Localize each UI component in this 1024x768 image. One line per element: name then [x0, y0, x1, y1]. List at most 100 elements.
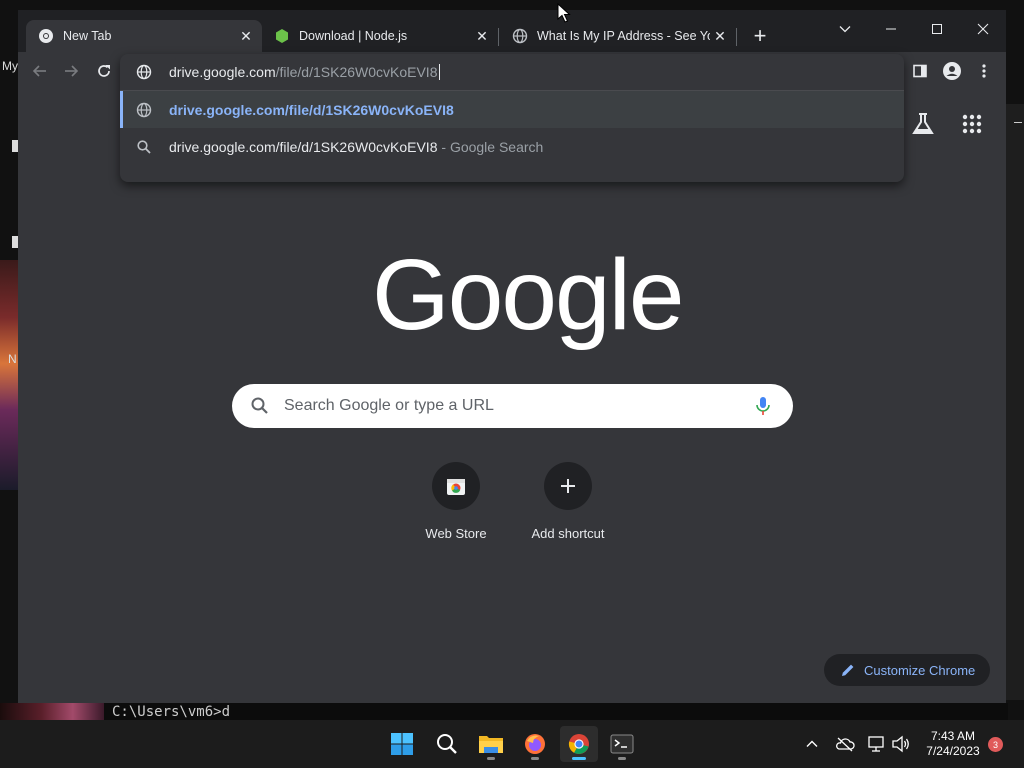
profile-icon: [943, 62, 961, 80]
clock[interactable]: 7:43 AM 7/24/2023: [918, 729, 988, 759]
microphone-icon[interactable]: [751, 394, 775, 418]
tray-volume[interactable]: [889, 732, 913, 756]
side-panel-icon: [913, 64, 927, 78]
reload-button[interactable]: [89, 56, 119, 86]
close-window-button[interactable]: [960, 14, 1006, 44]
pencil-icon: [842, 664, 854, 676]
tray-onedrive[interactable]: [833, 732, 857, 756]
google-logo: Google: [372, 239, 684, 351]
start-button[interactable]: [384, 726, 420, 762]
notification-badge[interactable]: 3: [988, 737, 1003, 752]
globe-icon: [512, 28, 528, 44]
firefox-icon: [525, 734, 545, 754]
close-tab-icon[interactable]: ✕: [710, 26, 730, 46]
chevron-down-icon: [839, 26, 851, 33]
taskbar-terminal[interactable]: [604, 726, 640, 762]
chevron-up-icon: [806, 740, 818, 747]
chrome-icon: [568, 734, 589, 754]
taskbar-search-button[interactable]: [429, 726, 465, 762]
tab-separator: [498, 28, 499, 46]
tab-download-nodejs[interactable]: Download | Node.js ✕: [262, 20, 498, 52]
url-path: /file/d/1SK26W0cvKoEVI8: [275, 64, 438, 80]
tab-what-is-my-ip[interactable]: What Is My IP Address - See You ✕: [500, 20, 736, 52]
arrow-right-icon: [65, 65, 79, 77]
desktop-label-my[interactable]: My: [2, 59, 18, 73]
speaker-icon: [892, 735, 909, 753]
wallpaper-bottom-strip: [0, 703, 104, 720]
back-button[interactable]: [25, 56, 55, 86]
terminal-window[interactable]: C:\Users\vm6>d: [104, 703, 1008, 720]
customize-label: Customize Chrome: [864, 662, 976, 678]
omnibox-dropdown: drive.google.com/file/d/1SK26W0cvKoEVI8 …: [120, 54, 904, 182]
chrome-labs-icon[interactable]: [909, 110, 937, 138]
plus-icon: [561, 479, 575, 493]
menu-button[interactable]: [970, 57, 998, 85]
shortcut-add[interactable]: Add shortcut: [512, 462, 624, 552]
windows-icon: [391, 733, 413, 755]
tab-new-tab[interactable]: New Tab ✕: [26, 20, 262, 52]
tab-separator: [736, 28, 737, 46]
taskbar-firefox[interactable]: [517, 726, 553, 762]
nodejs-icon: [276, 29, 288, 43]
shortcut-label: Add shortcut: [531, 526, 605, 541]
shortcut-tile: [432, 462, 480, 510]
close-icon: [977, 23, 989, 35]
terminal-icon: [610, 734, 634, 754]
tab-search-button[interactable]: [822, 14, 868, 44]
minimize-icon[interactable]: [1014, 122, 1022, 123]
running-indicator: [572, 757, 586, 760]
side-panel-button[interactable]: [906, 57, 934, 85]
shortcut-web-store[interactable]: Web Store: [400, 462, 512, 552]
globe-icon: [136, 64, 152, 80]
running-indicator: [531, 757, 539, 760]
maximize-button[interactable]: [914, 14, 960, 44]
close-tab-icon[interactable]: ✕: [472, 26, 492, 46]
search-icon: [437, 734, 457, 754]
suggestion-text: drive.google.com/file/d/1SK26W0cvKoEVI8: [169, 101, 454, 118]
shortcut-label: Web Store: [425, 526, 487, 541]
forward-button[interactable]: [56, 56, 86, 86]
address-bar[interactable]: drive.google.com/file/d/1SK26W0cvKoEVI8: [120, 54, 904, 90]
suggestion-url[interactable]: drive.google.com/file/d/1SK26W0cvKoEVI8: [120, 91, 904, 128]
suggestion-search[interactable]: drive.google.com/file/d/1SK26W0cvKoEVI8 …: [120, 128, 904, 165]
text-caret: [438, 64, 440, 80]
tray-overflow-button[interactable]: [800, 732, 824, 756]
webstore-icon: [447, 479, 465, 495]
shortcut-tile: [544, 462, 592, 510]
arrow-left-icon: [32, 65, 46, 77]
address-bar-text[interactable]: drive.google.com/file/d/1SK26W0cvKoEVI8: [169, 64, 440, 80]
cloud-offline-icon: [836, 737, 855, 752]
folder-icon: [479, 736, 503, 753]
running-indicator: [618, 757, 626, 760]
clock-date: 7/24/2023: [926, 744, 980, 758]
customize-chrome-button[interactable]: Customize Chrome: [824, 654, 990, 686]
taskbar-chrome[interactable]: [560, 726, 598, 762]
globe-icon: [136, 102, 152, 117]
suggestion-text: drive.google.com/file/d/1SK26W0cvKoEVI8: [169, 138, 438, 155]
suggestion-suffix: Google Search: [449, 138, 544, 155]
chrome-icon: [39, 29, 53, 43]
clock-time: 7:43 AM: [930, 729, 976, 743]
taskbar-file-explorer[interactable]: [473, 726, 509, 762]
new-tab-button[interactable]: +: [746, 23, 774, 48]
network-icon: [868, 736, 884, 752]
ntp-search-box[interactable]: [232, 384, 793, 428]
background-window-edge: [1006, 104, 1024, 700]
search-input[interactable]: [284, 397, 751, 415]
minimize-button[interactable]: [868, 14, 914, 44]
chrome-window: New Tab ✕ Download | Node.js ✕ What Is M…: [18, 10, 1006, 703]
tab-strip: New Tab ✕ Download | Node.js ✕ What Is M…: [18, 10, 1006, 52]
wallpaper-left-strip: [0, 260, 18, 490]
minimize-icon: [886, 28, 896, 30]
desktop-label-n[interactable]: N: [8, 352, 17, 366]
tab-title: Download | Node.js: [299, 29, 408, 43]
terminal-prompt: C:\Users\vm6>d: [112, 704, 231, 720]
taskbar: 7:43 AM 7/24/2023 3: [0, 720, 1024, 768]
tray-network[interactable]: [865, 732, 889, 756]
close-tab-icon[interactable]: ✕: [236, 26, 256, 46]
url-domain: drive.google.com: [169, 64, 276, 80]
google-apps-icon[interactable]: [958, 110, 986, 138]
profile-button[interactable]: [938, 57, 966, 85]
mouse-cursor-icon: [557, 3, 571, 23]
search-icon: [137, 139, 151, 154]
